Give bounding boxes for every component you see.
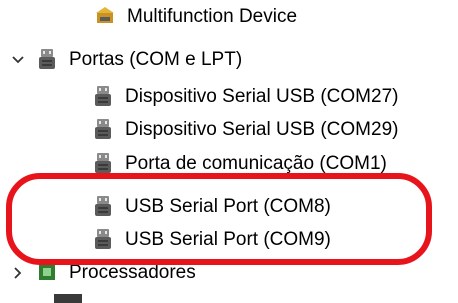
tree-item-label: Dispositivo Serial USB (COM27) bbox=[125, 86, 399, 107]
tree-item-label: Porta de comunicação (COM1) bbox=[125, 153, 387, 174]
port-icon bbox=[92, 195, 114, 219]
tree-item-label: USB Serial Port (COM8) bbox=[125, 196, 331, 217]
tree-item-label: USB Serial Port (COM9) bbox=[125, 229, 331, 250]
chevron-right-icon[interactable] bbox=[10, 265, 26, 281]
tree-item-com9[interactable]: USB Serial Port (COM9) bbox=[92, 225, 331, 255]
tree-item-com29[interactable]: Dispositivo Serial USB (COM29) bbox=[92, 115, 398, 145]
port-icon bbox=[92, 118, 114, 142]
port-icon bbox=[36, 48, 58, 72]
tree-item-processadores[interactable]: Processadores bbox=[10, 258, 196, 288]
tree-item-multifunction-device[interactable]: Multifunction Device bbox=[94, 2, 297, 32]
chevron-down-icon[interactable] bbox=[10, 52, 26, 68]
tree-item-portas[interactable]: Portas (COM e LPT) bbox=[10, 45, 242, 75]
port-icon bbox=[92, 152, 114, 176]
tree-item-label: Portas (COM e LPT) bbox=[69, 49, 243, 70]
tree-item-label: Processadores bbox=[69, 262, 196, 283]
port-icon bbox=[92, 85, 114, 109]
tree-item-com27[interactable]: Dispositivo Serial USB (COM27) bbox=[92, 82, 398, 112]
tree-item-label: Dispositivo Serial USB (COM29) bbox=[125, 119, 399, 140]
tree-item-com1[interactable]: Porta de comunicação (COM1) bbox=[92, 149, 387, 179]
port-icon bbox=[92, 228, 114, 252]
partial-icon bbox=[54, 294, 82, 303]
processor-icon bbox=[36, 261, 58, 285]
tree-item-com8[interactable]: USB Serial Port (COM8) bbox=[92, 192, 331, 222]
tree-item-label: Multifunction Device bbox=[127, 6, 298, 27]
multifunction-device-icon bbox=[94, 5, 116, 29]
